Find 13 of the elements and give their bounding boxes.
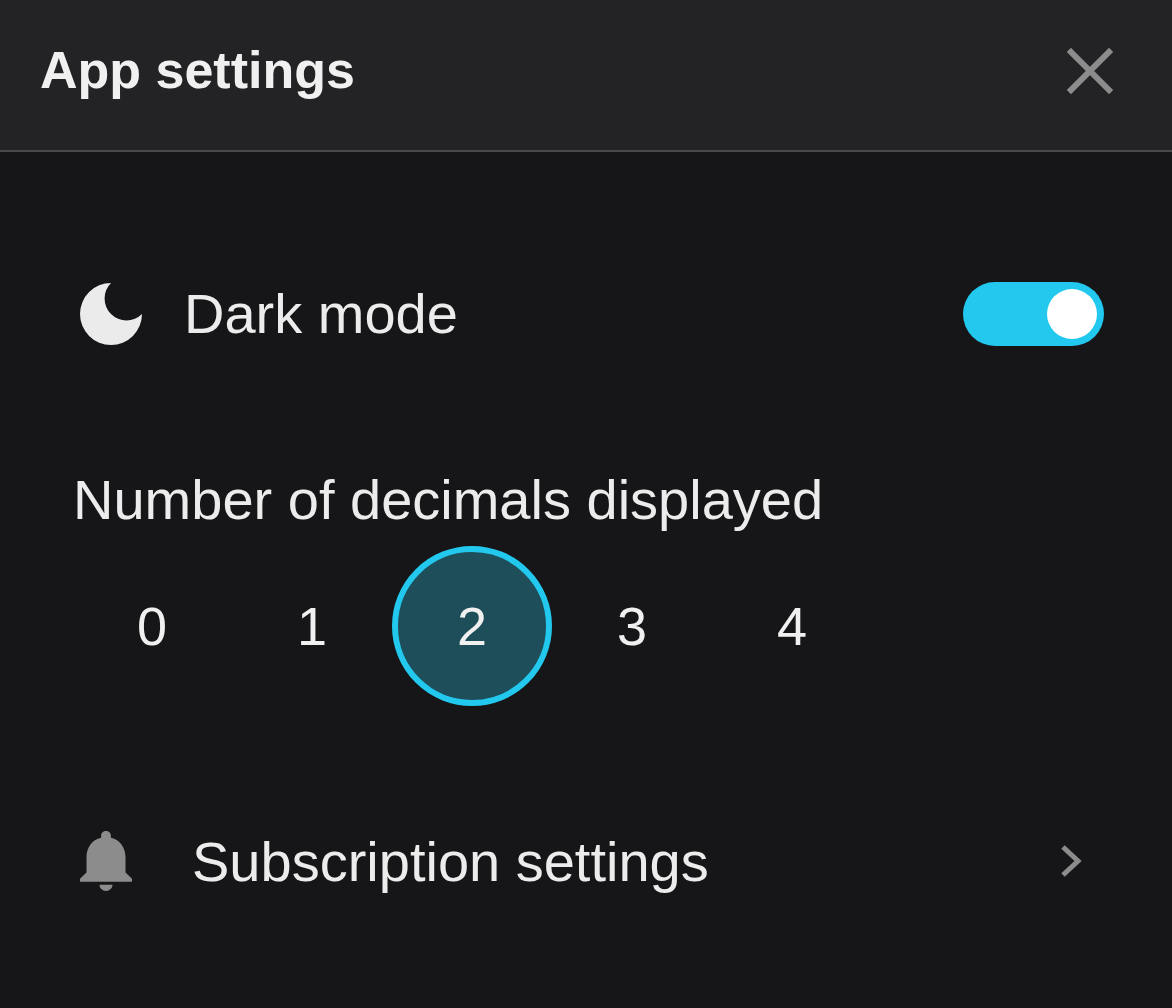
subscription-settings-item[interactable]: Subscription settings: [80, 828, 1082, 894]
close-button[interactable]: [1064, 45, 1116, 97]
close-icon: [1067, 48, 1113, 94]
bell-icon: [80, 831, 132, 891]
decimal-option[interactable]: 1: [232, 546, 392, 706]
decimal-option[interactable]: 3: [552, 546, 712, 706]
chevron-right-icon: [1060, 844, 1082, 878]
decimal-option[interactable]: 0: [72, 546, 232, 706]
decimal-option[interactable]: 4: [712, 546, 872, 706]
decimal-option[interactable]: 2: [392, 546, 552, 706]
dialog-title: App settings: [40, 39, 355, 101]
dark-mode-label: Dark mode: [184, 281, 458, 347]
moon-icon: [80, 283, 142, 345]
